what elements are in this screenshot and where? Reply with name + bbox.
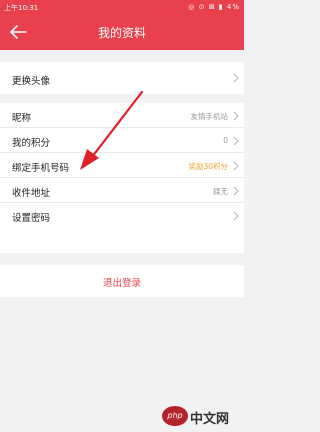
list-row-points[interactable]: 我的积分 0 xyxy=(0,128,244,153)
row-value-reward: 奖励30积分 xyxy=(188,162,228,171)
chevron-right-icon xyxy=(233,186,239,196)
row-label: 更换头像 xyxy=(12,76,51,87)
list-row-set-password[interactable]: 设置密码 xyxy=(0,203,244,228)
chevron-right-icon xyxy=(233,161,239,171)
row-value: 0 xyxy=(223,136,228,145)
row-label: 设置密码 xyxy=(12,213,51,224)
row-value: 鍒无 xyxy=(213,187,228,196)
chevron-right-icon xyxy=(233,211,239,221)
chevron-right-icon xyxy=(233,136,239,146)
list-row-change-avatar[interactable]: 更换头像 xyxy=(0,62,244,94)
watermark-text: 中文网 xyxy=(190,412,230,427)
header-bar: 我的资料 xyxy=(0,14,244,50)
list-row-bind-phone[interactable]: 绑定手机号码 奖励30积分 xyxy=(0,153,244,178)
status-icons: ◎ ⊙ ⊠ ▮ 4% xyxy=(188,3,240,11)
chevron-right-icon xyxy=(233,111,239,121)
row-label: 绑定手机号码 xyxy=(12,163,70,174)
page-title: 我的资料 xyxy=(97,26,146,40)
row-label: 收件地址 xyxy=(12,188,51,199)
status-bar: 上午10:31 ◎ ⊙ ⊠ ▮ 4% xyxy=(0,0,244,14)
row-label: 昵称 xyxy=(12,113,32,124)
list-row-nickname[interactable]: 昵称 友情手机站 xyxy=(0,103,244,128)
row-value: 友情手机站 xyxy=(190,112,229,121)
avatar-group: 更换头像 xyxy=(0,62,244,94)
profile-info-group: 昵称 友情手机站 我的积分 0 绑定手机号码 奖励30积分 收件地址 鍒无 设置… xyxy=(0,103,244,253)
watermark: php 中文网 xyxy=(162,405,240,429)
list-row-address[interactable]: 收件地址 鍒无 xyxy=(0,178,244,203)
status-time: 上午10:31 xyxy=(4,4,39,12)
php-logo: php xyxy=(162,406,188,426)
row-label: 我的积分 xyxy=(12,138,51,149)
chevron-right-icon xyxy=(233,73,239,83)
logout-button[interactable]: 退出登录 xyxy=(0,265,244,297)
logout-label: 退出登录 xyxy=(102,278,141,289)
